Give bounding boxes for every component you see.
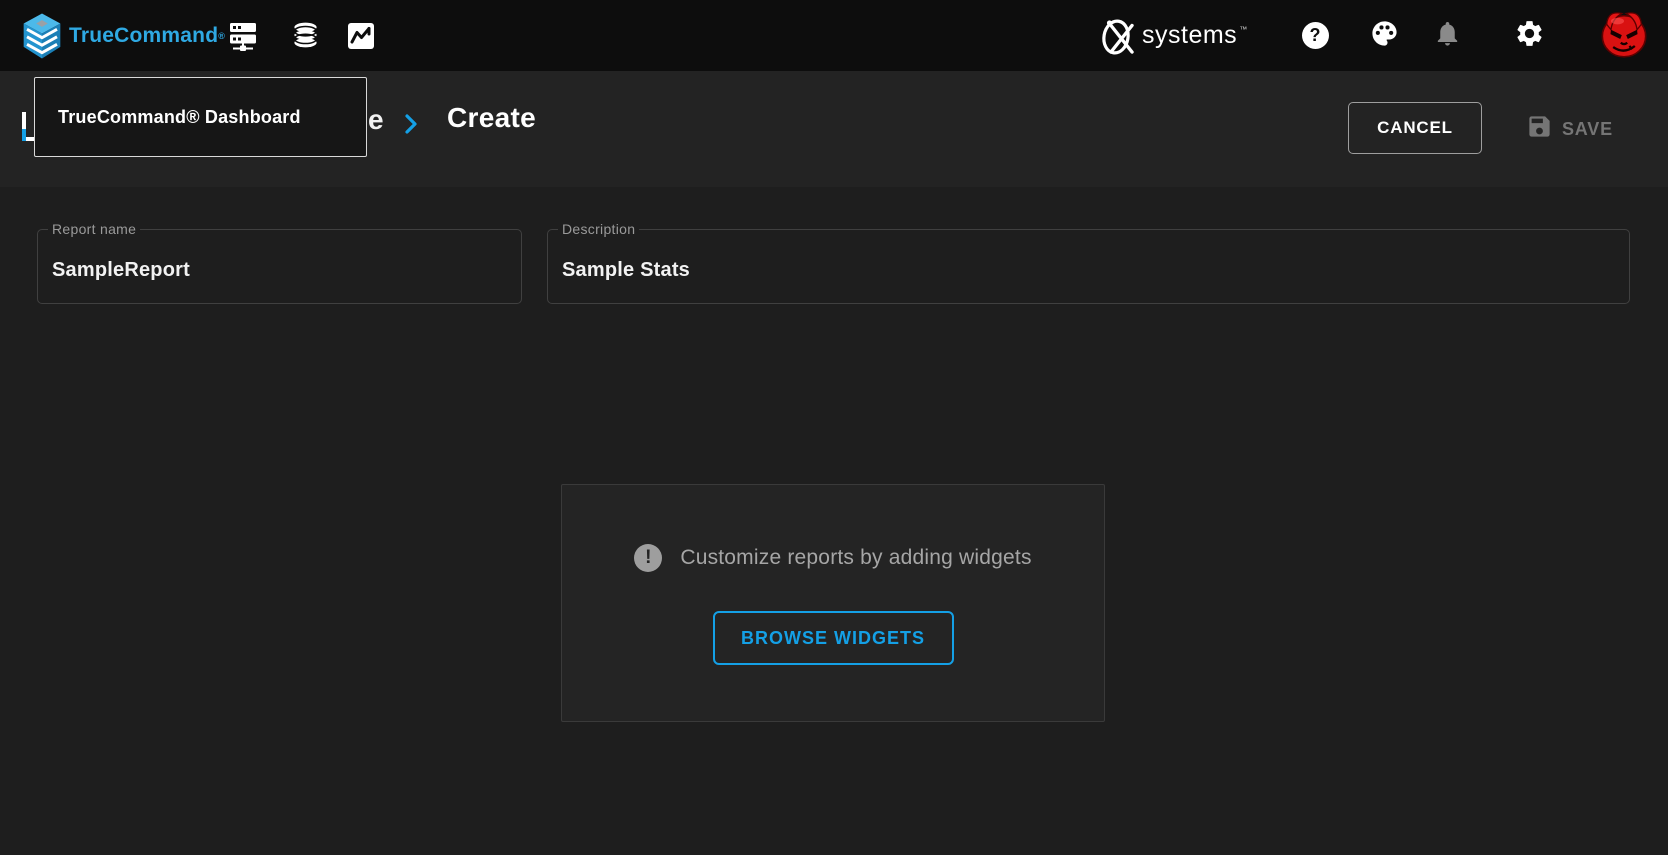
save-button[interactable]: SAVE: [1526, 71, 1613, 187]
truecommand-logo-icon: [22, 13, 62, 59]
truecommand-app: TrueCommand ®: [0, 0, 1668, 855]
breadcrumb-parent-tail: e: [368, 104, 384, 136]
info-exclamation-icon: !: [634, 544, 662, 572]
browse-widgets-button[interactable]: BROWSE WIDGETS: [713, 611, 954, 665]
breadcrumb-chevron-icon: [404, 113, 418, 140]
settings-button[interactable]: [1509, 0, 1549, 71]
widgets-empty-state-panel: ! Customize reports by adding widgets BR…: [561, 484, 1105, 722]
save-label: SAVE: [1562, 119, 1613, 140]
tooltip-text: TrueCommand® Dashboard: [58, 107, 301, 128]
bell-icon: [1433, 19, 1462, 53]
cancel-button[interactable]: CANCEL: [1348, 102, 1482, 154]
theme-button[interactable]: [1364, 0, 1404, 71]
help-icon: ?: [1302, 22, 1329, 49]
help-button[interactable]: ?: [1295, 0, 1335, 71]
reports-icon[interactable]: [339, 0, 383, 71]
alerts-button[interactable]: [1427, 0, 1467, 71]
ixsystems-mark-icon: [1098, 16, 1140, 56]
report-name-label: Report name: [48, 221, 140, 237]
user-avatar[interactable]: [1598, 7, 1650, 59]
empty-state-message: Customize reports by adding widgets: [680, 546, 1031, 570]
ixsystems-text: systems: [1142, 21, 1237, 50]
brand-name: TrueCommand: [69, 24, 218, 48]
page-header: e Create CANCEL SAVE TrueCommand® Dashbo…: [0, 71, 1668, 187]
description-label: Description: [558, 221, 639, 237]
truecommand-dashboard-tooltip: TrueCommand® Dashboard: [34, 77, 367, 157]
storage-icon[interactable]: [283, 0, 327, 71]
description-field[interactable]: Description Sample Stats: [547, 229, 1630, 304]
ixsystems-tm: ™: [1239, 25, 1247, 34]
gear-icon: [1514, 18, 1545, 54]
report-name-value[interactable]: SampleReport: [52, 259, 521, 282]
ixsystems-logo: systems ™: [1098, 0, 1247, 71]
palette-icon: [1370, 19, 1399, 53]
empty-state-message-row: ! Customize reports by adding widgets: [634, 544, 1031, 572]
truecommand-home-link[interactable]: TrueCommand ®: [22, 0, 225, 71]
chart-fragment-accent: [22, 129, 26, 141]
description-value[interactable]: Sample Stats: [562, 259, 1629, 282]
main-content: Report name SampleReport Description Sam…: [0, 187, 1668, 855]
save-floppy-icon: [1526, 113, 1553, 145]
topbar: TrueCommand ®: [0, 0, 1668, 71]
page-title: Create: [447, 102, 536, 134]
systems-icon[interactable]: [221, 0, 265, 71]
report-name-field[interactable]: Report name SampleReport: [37, 229, 522, 304]
